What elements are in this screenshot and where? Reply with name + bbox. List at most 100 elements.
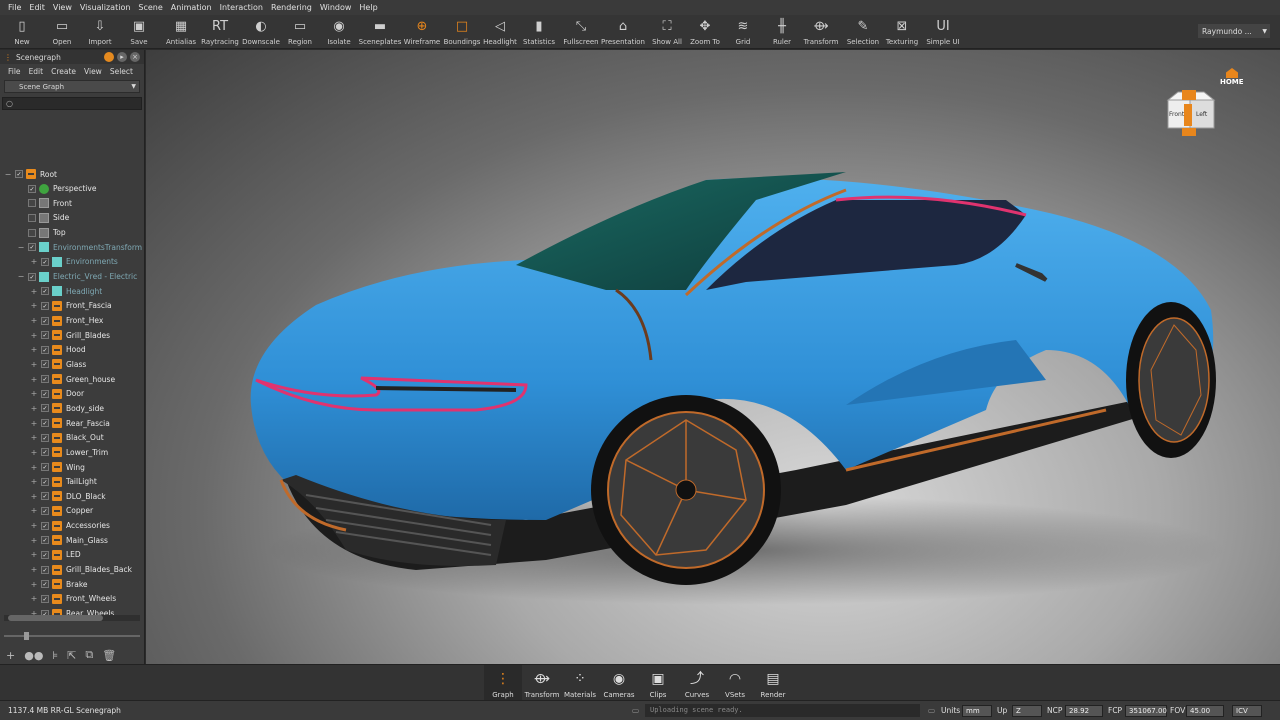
slider-knob[interactable] [24,632,29,640]
visibility-checkbox[interactable]: ✓ [41,316,49,325]
tree-node[interactable]: Side [0,211,144,225]
view-select[interactable]: Scene Graph ▼ [4,80,140,93]
visibility-checkbox[interactable]: ✓ [28,243,36,252]
visibility-checkbox[interactable]: ✓ [41,594,49,603]
tree-node[interactable]: + ✓ LED [0,548,144,562]
expand-toggle-icon[interactable]: + [30,433,38,442]
tree-node[interactable]: + ✓ Wing [0,460,144,474]
tree-node[interactable]: + ✓ Copper [0,504,144,518]
tree-node[interactable]: + ✓ Grill_Blades_Back [0,563,144,577]
visibility-checkbox[interactable]: ✓ [41,492,49,501]
expand-toggle-icon[interactable]: + [30,594,38,603]
dock-curves-button[interactable]: ⤴ Curves [678,665,716,701]
menu-rendering[interactable]: Rendering [267,3,316,12]
visibility-checkbox[interactable]: ✓ [41,477,49,486]
visibility-checkbox[interactable]: ✓ [41,389,49,398]
horizontal-scrollbar[interactable] [4,615,140,621]
presentation-button[interactable]: ⌂ Presentation [598,15,648,49]
icv-select[interactable]: ICV [1232,705,1262,717]
tree-node[interactable]: + ✓ Main_Glass [0,533,144,547]
move-node-icon[interactable]: ⇱ [67,649,76,662]
visibility-checkbox[interactable]: ✓ [41,360,49,369]
menu-interaction[interactable]: Interaction [216,3,267,12]
dock-materials-button[interactable]: ⁘ Materials [561,665,599,701]
menu-help[interactable]: Help [355,3,381,12]
expand-toggle-icon[interactable]: + [30,580,38,589]
simple-ui-button[interactable]: UI Simple UI [918,15,968,49]
tree-node[interactable]: + ✓ Headlight [0,284,144,298]
visibility-checkbox[interactable]: ✓ [41,580,49,589]
render-viewport[interactable]: HOME Front Left [146,50,1280,664]
visibility-checkbox[interactable]: ✓ [41,521,49,530]
expand-toggle-icon[interactable]: + [30,506,38,515]
tree-node[interactable]: + ✓ Front_Wheels [0,592,144,606]
tree-node[interactable]: + ✓ Grill_Blades [0,328,144,342]
units-select[interactable]: mm [962,705,992,717]
tree-node[interactable]: + ✓ Green_house [0,372,144,386]
visibility-checkbox[interactable]: ✓ [41,404,49,413]
menu-edit[interactable]: Edit [25,3,49,12]
tree-node[interactable]: + ✓ TailLight [0,475,144,489]
expand-toggle-icon[interactable]: + [30,448,38,457]
expand-toggle-icon[interactable]: − [17,272,25,281]
tree-node[interactable]: ✓ Perspective [0,182,144,196]
visibility-checkbox[interactable]: ✓ [41,419,49,428]
expand-toggle-icon[interactable]: + [30,360,38,369]
tree-node[interactable]: Top [0,226,144,240]
expand-toggle-icon[interactable]: − [17,243,25,252]
menu-file[interactable]: File [4,3,25,12]
menu-view[interactable]: View [49,3,76,12]
visibility-checkbox[interactable] [28,213,36,222]
panel-options-icon[interactable] [104,52,114,62]
panel-menu-select[interactable]: Select [106,67,137,76]
expand-toggle-icon[interactable]: + [30,463,38,472]
fov-field[interactable]: 45.00 [1186,705,1224,717]
navigation-cube[interactable]: Front Left [1164,90,1218,140]
scrollbar-thumb[interactable] [8,615,103,621]
dock-render-button[interactable]: ▤ Render [754,665,792,701]
zoom-slider[interactable] [4,632,140,640]
home-button[interactable]: HOME [1218,68,1248,88]
user-dropdown[interactable]: Raymundo ... ▼ [1198,24,1270,38]
visibility-checkbox[interactable]: ✓ [41,257,49,266]
menu-window[interactable]: Window [316,3,356,12]
expand-toggle-icon[interactable]: + [30,345,38,354]
close-icon[interactable]: × [130,52,140,62]
tree-node[interactable]: + ✓ Accessories [0,519,144,533]
panel-menu-view[interactable]: View [80,67,106,76]
expand-toggle-icon[interactable]: + [30,565,38,574]
visibility-checkbox[interactable]: ✓ [41,448,49,457]
tree-node[interactable]: + ✓ DLO_Black [0,489,144,503]
visibility-checkbox[interactable]: ✓ [41,433,49,442]
expand-toggle-icon[interactable]: + [30,331,38,340]
dock-clips-button[interactable]: ▣ Clips [639,665,677,701]
visibility-checkbox[interactable]: ✓ [15,170,23,178]
tree-node[interactable]: + ✓ Brake [0,577,144,591]
up-axis-select[interactable]: Z [1012,705,1042,717]
visibility-checkbox[interactable] [28,228,36,237]
expand-toggle-icon[interactable]: + [30,521,38,530]
visibility-checkbox[interactable]: ✓ [41,550,49,559]
clone-icon[interactable]: ⧉ [85,648,93,662]
visibility-checkbox[interactable]: ✓ [41,463,49,471]
visibility-checkbox[interactable]: ✓ [41,506,49,515]
visibility-checkbox[interactable]: ✓ [41,565,49,574]
visibility-checkbox[interactable]: ✓ [41,287,49,296]
dock-graph-button[interactable]: ⋮ Graph [484,665,522,701]
expand-toggle-icon[interactable]: + [30,536,38,545]
tree-node[interactable]: − ✓ EnvironmentsTransform [0,240,144,254]
ncp-field[interactable]: 28.92 [1065,705,1103,717]
visibility-checkbox[interactable]: ✓ [41,345,49,354]
expand-toggle-icon[interactable]: + [30,477,38,486]
expand-toggle-icon[interactable]: − [4,170,12,179]
menu-animation[interactable]: Animation [167,3,216,12]
dock-cameras-button[interactable]: ◉ Cameras [600,665,638,701]
expand-toggle-icon[interactable]: + [30,389,38,398]
tree-node[interactable]: + ✓ Front_Fascia [0,299,144,313]
tree-node[interactable]: − ✓ Electric_Vred - Electric [0,270,144,284]
expand-toggle-icon[interactable]: + [30,550,38,559]
tree-node[interactable]: + ✓ Lower_Trim [0,445,144,459]
expand-toggle-icon[interactable]: + [30,492,38,501]
expand-toggle-icon[interactable]: + [30,404,38,413]
add-icon[interactable]: + [6,649,15,662]
